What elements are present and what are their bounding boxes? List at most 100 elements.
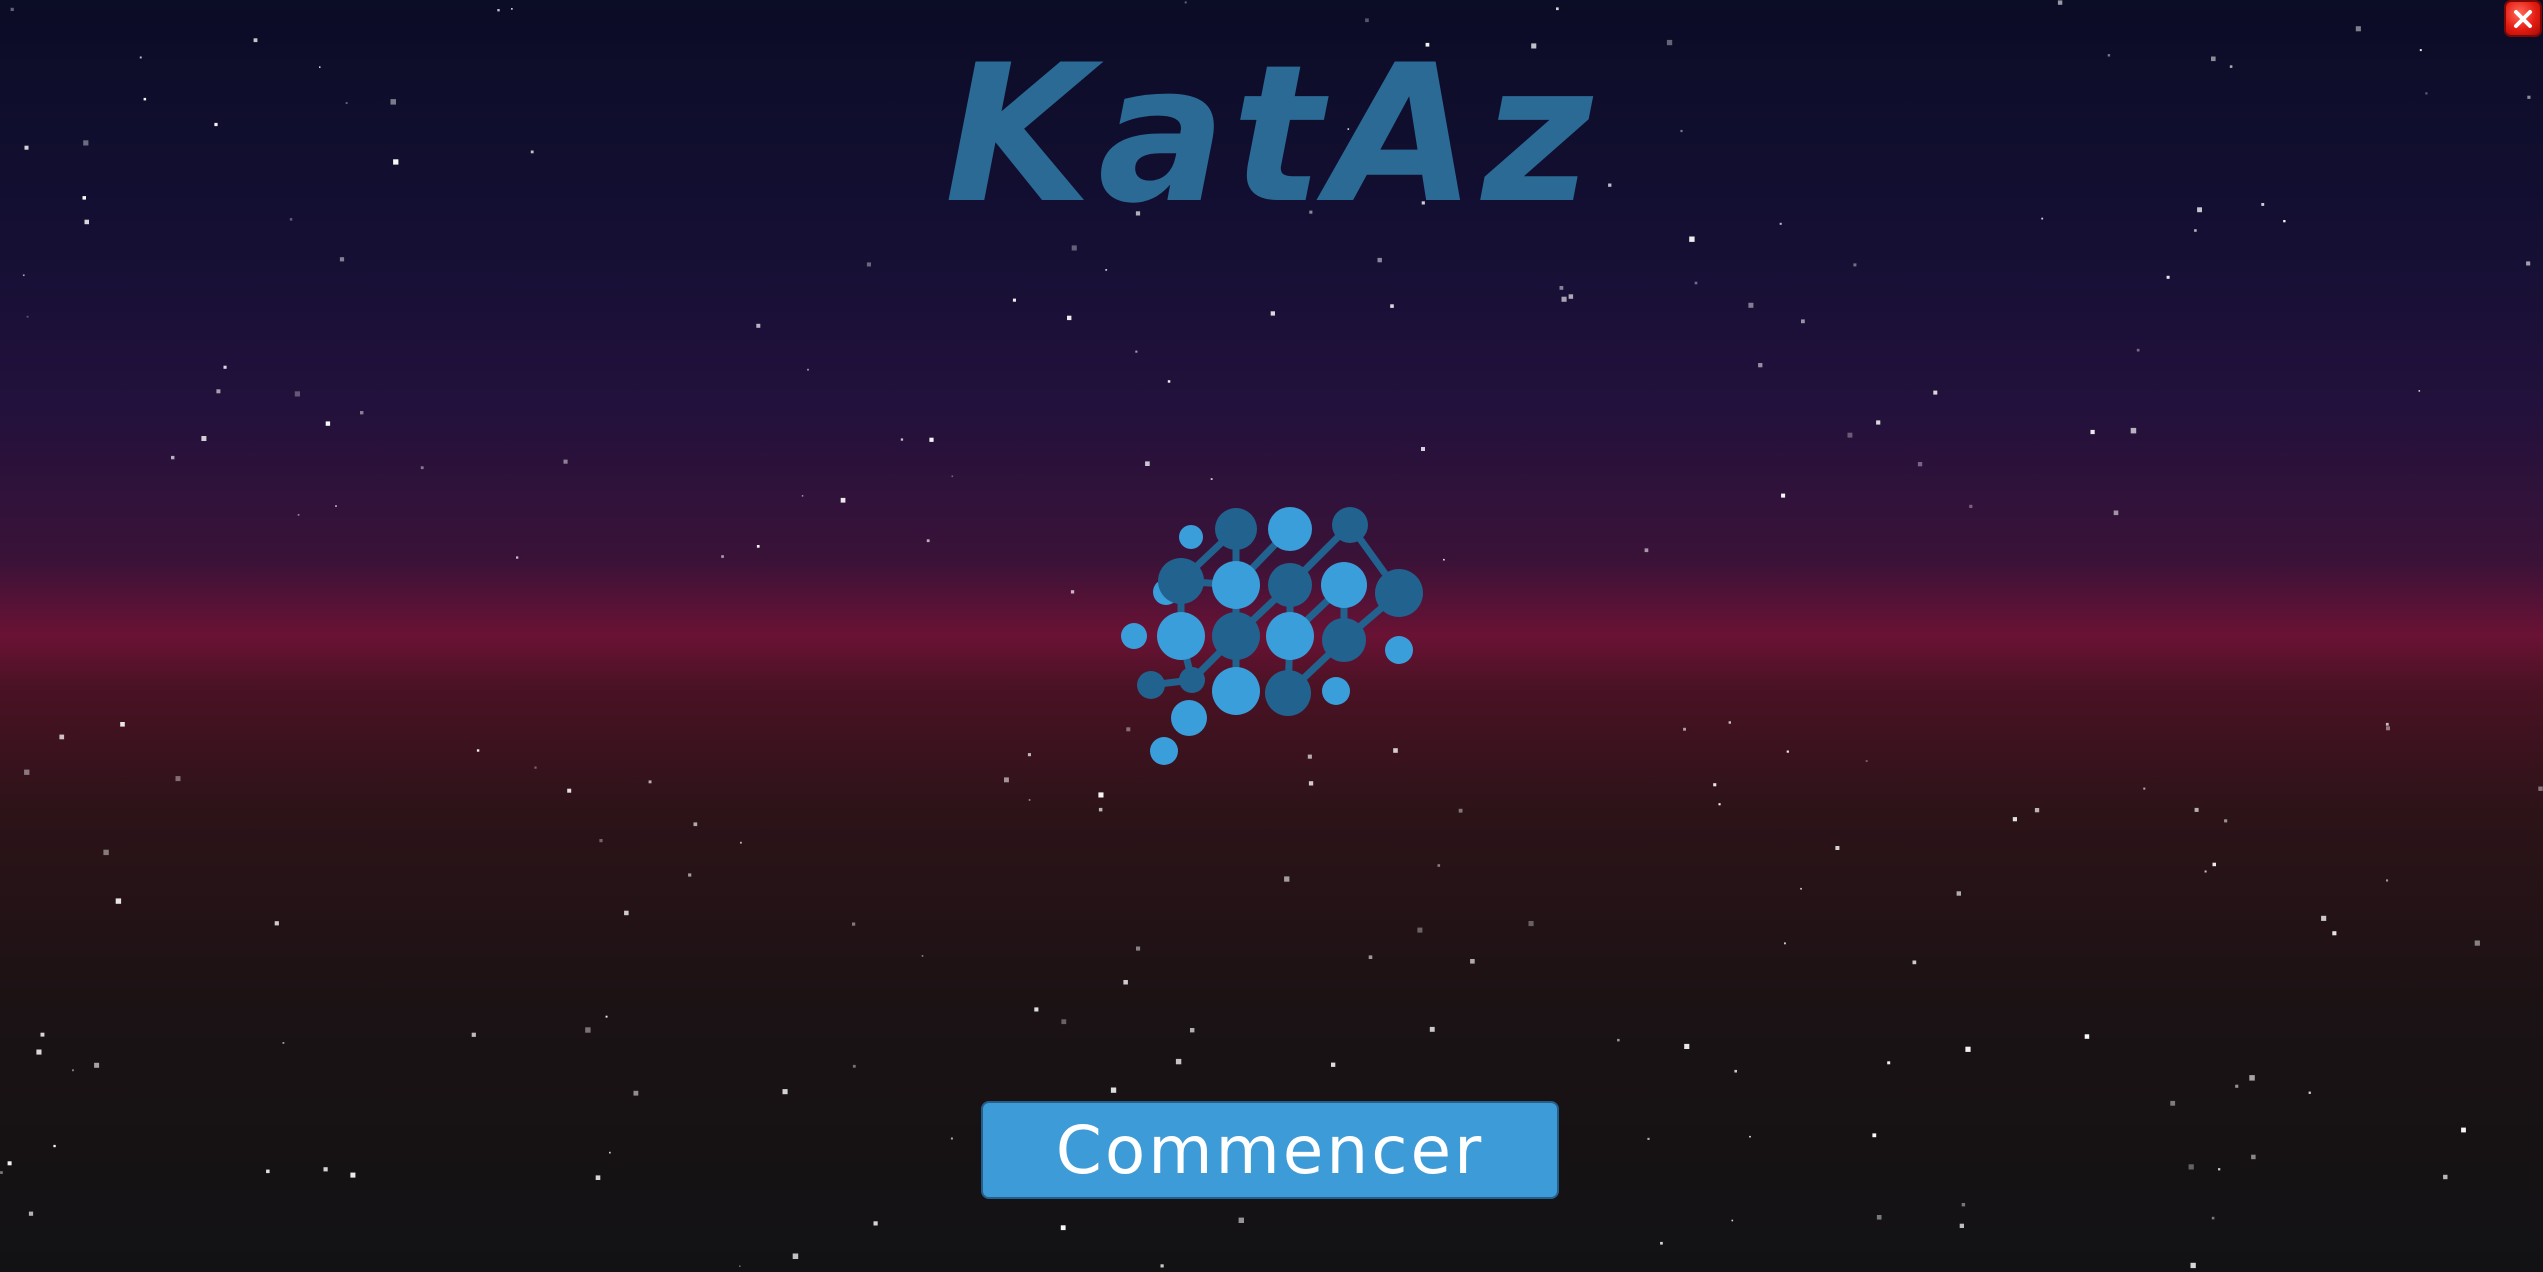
star [929, 437, 934, 442]
star [325, 421, 331, 426]
star [595, 1175, 601, 1180]
star [605, 1015, 608, 1018]
star [1210, 478, 1213, 480]
star [7, 1161, 12, 1166]
star [1734, 1069, 1737, 1073]
logo-node [1215, 508, 1257, 550]
star [28, 1211, 34, 1216]
star [2321, 915, 2327, 921]
star [24, 769, 30, 775]
star [1781, 493, 1786, 498]
star [1559, 286, 1564, 290]
star [294, 391, 300, 397]
star [175, 776, 181, 782]
star [350, 1172, 356, 1178]
star [1912, 960, 1917, 965]
start-button[interactable]: Commencer [981, 1101, 1559, 1199]
star [2034, 808, 2040, 813]
logo-node [1171, 700, 1207, 736]
star [2204, 870, 2207, 873]
star [1421, 447, 1425, 451]
star [266, 1169, 270, 1174]
star [2057, 0, 2063, 5]
star [2385, 722, 2389, 726]
star [1801, 319, 1805, 324]
star [0, 1171, 3, 1174]
star [782, 1089, 788, 1095]
star [471, 1032, 476, 1037]
star [94, 1062, 100, 1068]
star [2194, 807, 2199, 812]
star [360, 411, 364, 415]
star [1012, 298, 1016, 302]
star [2084, 1034, 2090, 1039]
star [216, 389, 221, 394]
star [2188, 1164, 2194, 1170]
star [2166, 275, 2170, 279]
star [792, 1253, 799, 1259]
logo-node [1322, 618, 1366, 662]
star [1933, 390, 1938, 395]
star [10, 7, 14, 11]
star [1061, 1019, 1067, 1025]
star [1660, 1241, 1663, 1245]
star [1270, 311, 1275, 316]
star [585, 1027, 591, 1033]
star [1748, 302, 1754, 308]
star [1365, 18, 1369, 23]
star [1098, 807, 1103, 812]
star [1644, 548, 1649, 553]
star [2474, 940, 2480, 946]
star [951, 475, 954, 478]
star [1067, 315, 1072, 321]
star [921, 955, 924, 957]
star [1070, 590, 1075, 594]
star [756, 323, 761, 328]
star [840, 497, 846, 503]
close-button[interactable] [2504, 0, 2542, 37]
star [534, 766, 537, 769]
star [950, 1137, 953, 1140]
star [1184, 1, 1187, 4]
star [1956, 891, 1961, 896]
star [1731, 1219, 1734, 1222]
star [1136, 946, 1141, 951]
star [2113, 510, 2119, 516]
star [36, 1049, 42, 1055]
star [2386, 879, 2389, 882]
star [282, 1042, 285, 1044]
star [1284, 876, 1290, 882]
close-icon [2514, 9, 2532, 28]
star [115, 898, 122, 904]
star [2526, 261, 2531, 266]
star [1123, 980, 1128, 985]
star [873, 1221, 878, 1226]
star [103, 849, 109, 856]
star [1034, 1007, 1039, 1012]
logo-node [1268, 507, 1312, 551]
logo-node [1212, 561, 1260, 609]
logo-node [1137, 671, 1165, 699]
star [609, 1151, 611, 1154]
star [497, 9, 500, 12]
logo-node [1212, 612, 1260, 660]
star [1027, 753, 1031, 757]
star [297, 514, 300, 516]
star [1071, 245, 1077, 251]
star [852, 1064, 856, 1068]
star [624, 910, 629, 916]
star [1694, 281, 1698, 285]
star [516, 556, 519, 559]
logo-node [1179, 667, 1205, 693]
logo-node [1179, 525, 1203, 549]
game-title: KatAz [944, 24, 1599, 245]
star [420, 466, 424, 470]
star [2249, 1075, 2255, 1081]
star [1713, 783, 1717, 787]
star [852, 922, 856, 926]
logo-node [1150, 737, 1178, 765]
star [335, 505, 337, 507]
star [26, 315, 29, 318]
star [1556, 7, 1559, 11]
star [223, 365, 227, 369]
